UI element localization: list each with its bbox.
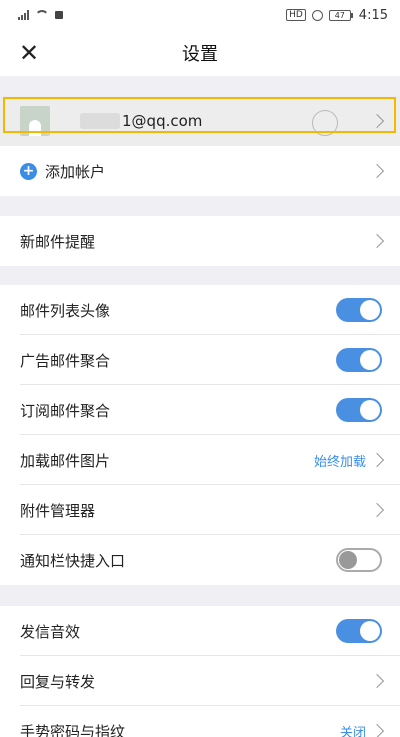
send-sound-toggle[interactable] (336, 619, 382, 643)
chevron-right-icon (369, 163, 385, 179)
gesture-password-label: 手势密码与指纹 (20, 722, 126, 737)
chevron-right-icon (369, 673, 385, 689)
signal-icon (18, 10, 29, 20)
notification-shortcut-toggle[interactable] (336, 548, 382, 572)
reply-forward-label: 回复与转发 (20, 672, 96, 691)
subscription-aggregate-label: 订阅邮件聚合 (20, 401, 111, 420)
subscription-aggregate-toggle[interactable] (336, 398, 382, 422)
attachment-manager-row[interactable]: 附件管理器 (0, 485, 400, 535)
notification-shortcut-label: 通知栏快捷入口 (20, 551, 126, 570)
title-bar: ✕ 设置 (0, 30, 400, 76)
status-bar: HD 47 4:15 (0, 0, 400, 30)
new-mail-alert-label: 新邮件提醒 (20, 232, 96, 251)
chevron-right-icon (369, 452, 385, 468)
send-sound-label: 发信音效 (20, 622, 81, 641)
battery-level: 47 (328, 9, 351, 21)
status-time: 4:15 (358, 7, 388, 23)
reply-forward-row[interactable]: 回复与转发 (0, 656, 400, 706)
mail-list-avatar-row: 邮件列表头像 (0, 285, 400, 335)
new-mail-alert-row[interactable]: 新邮件提醒 (0, 216, 400, 266)
notification-shortcut-row: 通知栏快捷入口 (0, 535, 400, 585)
add-icon: + (20, 162, 37, 180)
add-account-row[interactable]: + 添加帐户 (0, 146, 400, 196)
alarm-icon (311, 9, 323, 21)
status-right: HD 47 4:15 (286, 8, 388, 23)
subscription-aggregate-row: 订阅邮件聚合 (0, 385, 400, 435)
add-account-label: 添加帐户 (45, 162, 106, 181)
mail-list-avatar-toggle[interactable] (336, 298, 382, 322)
ad-aggregate-toggle[interactable] (336, 348, 382, 372)
ad-aggregate-label: 广告邮件聚合 (20, 351, 111, 370)
hd-icon: HD (286, 9, 306, 21)
send-sound-row: 发信音效 (0, 606, 400, 656)
load-images-label: 加载邮件图片 (20, 451, 111, 470)
attachment-manager-label: 附件管理器 (20, 501, 96, 520)
chevron-right-icon (369, 233, 385, 249)
load-images-row[interactable]: 加载邮件图片 始终加载 (0, 435, 400, 485)
gesture-password-value: 关闭 (339, 725, 366, 737)
touch-indicator-icon (312, 110, 338, 136)
page-title: 设置 (182, 44, 218, 65)
blurred-email-prefix (80, 113, 120, 129)
close-button[interactable]: ✕ (14, 38, 44, 68)
ad-aggregate-row: 广告邮件聚合 (0, 335, 400, 385)
chevron-right-icon (369, 723, 385, 737)
mail-list-avatar-label: 邮件列表头像 (20, 301, 111, 320)
account-row[interactable]: 1@qq.com (0, 96, 400, 146)
battery-icon: 47 (328, 9, 353, 21)
status-left (18, 10, 63, 20)
chevron-right-icon (369, 502, 385, 518)
wifi-icon (35, 10, 49, 20)
chevron-right-icon (369, 113, 385, 129)
avatar (20, 106, 50, 136)
notification-icon (55, 11, 63, 19)
gesture-password-row[interactable]: 手势密码与指纹 关闭 (0, 706, 400, 737)
load-images-value: 始终加载 (313, 454, 366, 470)
